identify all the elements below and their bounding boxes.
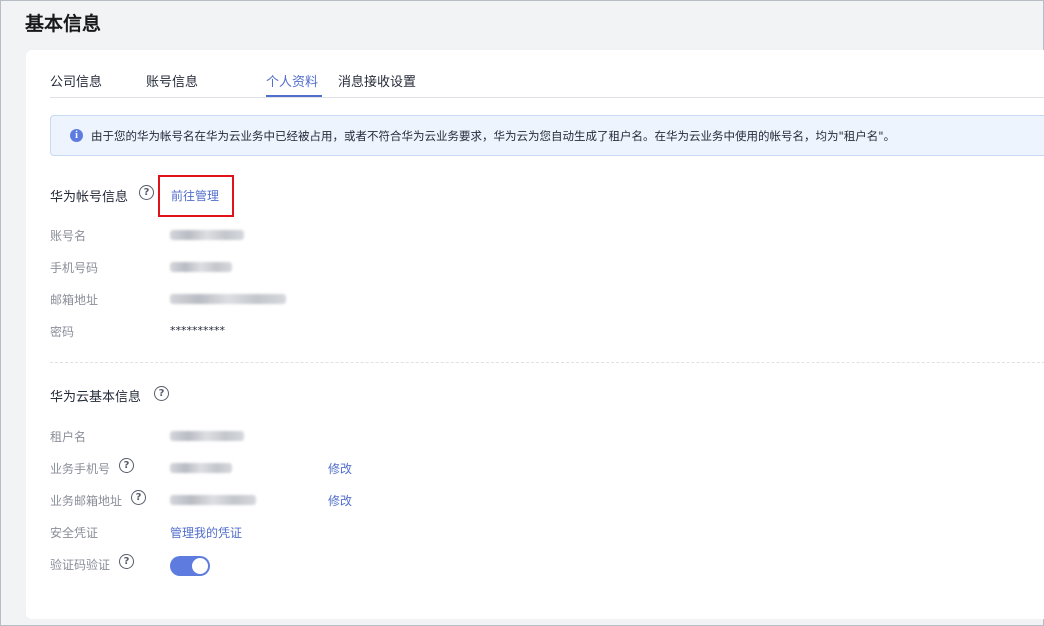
page-title: 基本信息 xyxy=(25,13,102,35)
info-icon: i xyxy=(70,129,83,142)
business-phone-value-blurred xyxy=(170,463,232,473)
notice-banner: i 由于您的华为帐号名在华为云业务中已经被占用，或者不符合华为云业务要求，华为云… xyxy=(50,115,1044,156)
phone-value-blurred xyxy=(170,262,232,272)
edit-business-email-link[interactable]: 修改 xyxy=(328,492,352,509)
huawei-account-section-title: 华为帐号信息 xyxy=(50,190,129,205)
edit-business-phone-link[interactable]: 修改 xyxy=(328,460,352,477)
highlight-box xyxy=(158,175,234,217)
cloud-info-section-title: 华为云基本信息 xyxy=(50,390,142,405)
field-label-verification-code: 验证码验证 xyxy=(50,558,111,572)
section-divider xyxy=(50,362,1044,363)
field-label-tenant-name: 租户名 xyxy=(50,430,87,444)
help-icon[interactable]: ? xyxy=(154,386,169,401)
account-name-value-blurred xyxy=(170,230,244,240)
verification-code-toggle[interactable] xyxy=(170,556,210,576)
tab-message-settings[interactable]: 消息接收设置 xyxy=(338,71,416,90)
field-label-security-credentials: 安全凭证 xyxy=(50,526,99,540)
tab-company-info[interactable]: 公司信息 xyxy=(50,71,102,90)
help-icon[interactable]: ? xyxy=(131,490,146,505)
manage-credentials-link[interactable]: 管理我的凭证 xyxy=(170,524,242,541)
active-tab-indicator xyxy=(266,95,322,97)
field-label-phone: 手机号码 xyxy=(50,261,99,275)
email-value-blurred xyxy=(170,294,286,304)
field-label-business-email: 业务邮箱地址 xyxy=(50,494,123,508)
tab-account-info[interactable]: 账号信息 xyxy=(146,71,198,90)
tenant-name-value-blurred xyxy=(170,431,244,441)
toggle-knob xyxy=(192,558,208,574)
field-label-account-name: 账号名 xyxy=(50,229,87,243)
field-label-email: 邮箱地址 xyxy=(50,293,99,307)
content-card: 公司信息 账号信息 个人资料 消息接收设置 i 由于您的华为帐号名在华为云业务中… xyxy=(26,50,1044,619)
help-icon[interactable]: ? xyxy=(119,458,134,473)
help-icon[interactable]: ? xyxy=(139,185,154,200)
field-label-business-phone: 业务手机号 xyxy=(50,462,111,476)
tab-bar: 公司信息 账号信息 个人资料 消息接收设置 xyxy=(50,50,1044,98)
password-value: ********** xyxy=(170,324,225,337)
field-label-password: 密码 xyxy=(50,325,75,339)
help-icon[interactable]: ? xyxy=(119,554,134,569)
business-email-value-blurred xyxy=(170,495,256,505)
notice-text: 由于您的华为帐号名在华为云业务中已经被占用，或者不符合华为云业务要求，华为云为您… xyxy=(91,128,896,143)
tab-personal-profile[interactable]: 个人资料 xyxy=(266,71,318,90)
